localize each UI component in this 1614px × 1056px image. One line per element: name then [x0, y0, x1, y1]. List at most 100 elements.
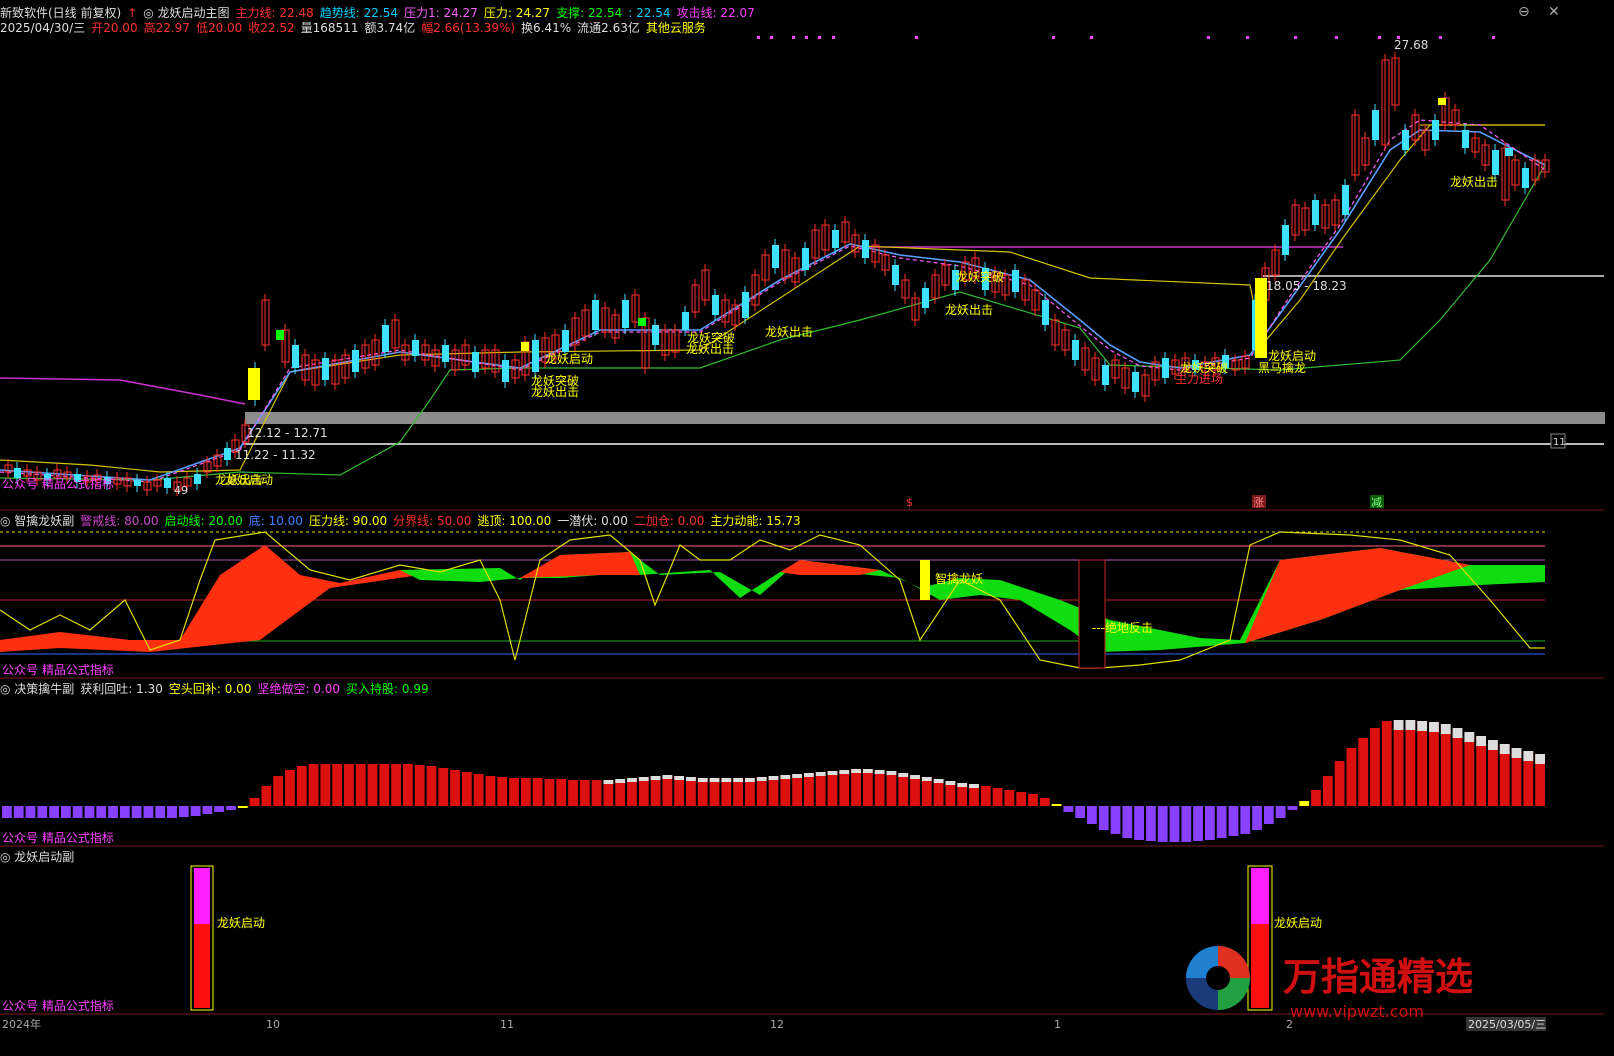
range-high-label: 18.05 - 18.23 [1266, 279, 1347, 293]
p3-bar [1381, 721, 1392, 806]
p3-bar [167, 806, 177, 818]
signal-label: 龙妖出击 [686, 342, 734, 356]
brand-logo: 万指通精选 www.vipwzt.com [1186, 946, 1473, 1021]
p3-bar [1417, 721, 1428, 806]
p3-bar [143, 806, 154, 818]
p3-bar [886, 771, 897, 806]
candle [412, 334, 419, 362]
candle [1471, 132, 1480, 158]
candle [1541, 154, 1550, 178]
p4-bar-1-top [194, 868, 210, 924]
candle [1102, 359, 1109, 391]
candle [113, 472, 122, 490]
highlight-candle [276, 330, 284, 340]
max-price-label: 27.68 [1394, 38, 1428, 52]
panel2.header-5: 分界线: 50.00 [393, 514, 472, 528]
panel3-header: ◎ 决策擒牛副 获利回吐: 1.30 空头回补: 0.00 坚绝做空: 0.00 买入持… [0, 680, 435, 697]
p3-bar [296, 766, 307, 806]
p3-bar [674, 776, 685, 806]
highlight-candle [638, 318, 646, 326]
p3-bar [591, 780, 602, 806]
candle [581, 304, 590, 342]
candle [781, 244, 790, 284]
candle [1091, 352, 1100, 386]
p3-bar [202, 806, 213, 814]
axis-cursor-date: 2025/03/05/三 [1468, 1018, 1546, 1031]
top-dot [1378, 36, 1381, 39]
signal-label: 龙妖突破 [1180, 360, 1228, 375]
p3-bar [980, 786, 991, 806]
p3-bar [745, 778, 755, 806]
p2-red-area-1 [0, 545, 420, 652]
p3-bar [520, 778, 531, 806]
p3-bar [178, 806, 189, 817]
candle [134, 474, 141, 492]
p4-watermark: 公众号 精品公式指标 [2, 998, 114, 1013]
panel3.header-2: 空头回补: 0.00 [168, 682, 252, 696]
axis-label-nov: 11 [500, 1018, 514, 1031]
p3-bar [461, 772, 472, 806]
panel3.header-3: 坚绝做空: 0.00 [257, 682, 341, 696]
p3-bar [650, 776, 661, 806]
top-dot [757, 36, 760, 39]
p3-bar [1146, 806, 1156, 841]
range-low-label: 11.22 - 11.32 [235, 448, 316, 462]
candle [911, 292, 920, 326]
p3-bar [1346, 748, 1357, 806]
p3-bar [1440, 724, 1451, 806]
p3-bar [1004, 790, 1015, 806]
p3-bar [579, 780, 590, 806]
p3-bar [792, 774, 802, 806]
p3-bar [1358, 738, 1369, 806]
p3-bar [426, 766, 437, 806]
p3-bar [155, 806, 166, 818]
p3-bar [1098, 806, 1109, 830]
candle [1321, 199, 1330, 234]
candle [1111, 354, 1120, 384]
p3-bar [214, 806, 225, 812]
candle [901, 274, 910, 304]
candle [1121, 362, 1130, 394]
signal-label: 龙妖出击 [215, 473, 263, 487]
p3-bar [1334, 761, 1345, 806]
candle [1421, 124, 1430, 156]
candle [892, 259, 899, 291]
candle [631, 289, 640, 328]
p2-red-area-4 [1245, 548, 1470, 643]
panel2-chart: 智擒龙妖 ---绝地反击 公众号 精品公式指标 [0, 531, 1545, 677]
p3-bar [1429, 722, 1439, 806]
p3-bar [450, 770, 460, 806]
candle [671, 324, 680, 358]
candle [571, 312, 580, 351]
p3-bar [898, 773, 909, 806]
candle [871, 239, 880, 268]
candle [502, 354, 509, 388]
p3-bar [1204, 806, 1215, 840]
candle [811, 224, 820, 264]
main-chart: 龙妖启动龙妖突破龙妖出击龙妖突破龙妖出击龙妖出击龙妖出击龙妖突破主力进场龙妖启动… [0, 36, 1605, 509]
p3-bar [839, 770, 850, 806]
candle [731, 299, 740, 331]
p3-bar [874, 770, 885, 806]
p3-bar [367, 764, 378, 806]
candle [431, 344, 440, 372]
p3-bar [697, 778, 708, 806]
candle [922, 282, 929, 314]
p3-watermark: 公众号 精品公式指标 [2, 830, 114, 845]
p3-bar [1252, 806, 1262, 830]
p3-bar [709, 778, 720, 806]
candle [311, 354, 320, 391]
p3-bar [1311, 790, 1321, 806]
panel2.header-3: 底: 10.00 [248, 514, 303, 528]
p2-red-area-3 [780, 560, 880, 575]
candle [772, 239, 779, 274]
p3-bar [473, 774, 484, 806]
p3-bar [1134, 806, 1145, 840]
candle [1441, 92, 1450, 131]
p3-bar [1193, 806, 1203, 841]
candle [1391, 52, 1400, 111]
p3-bar [756, 777, 767, 806]
top-dot [1335, 36, 1338, 39]
candle [301, 349, 310, 386]
p3-bar [131, 806, 142, 818]
